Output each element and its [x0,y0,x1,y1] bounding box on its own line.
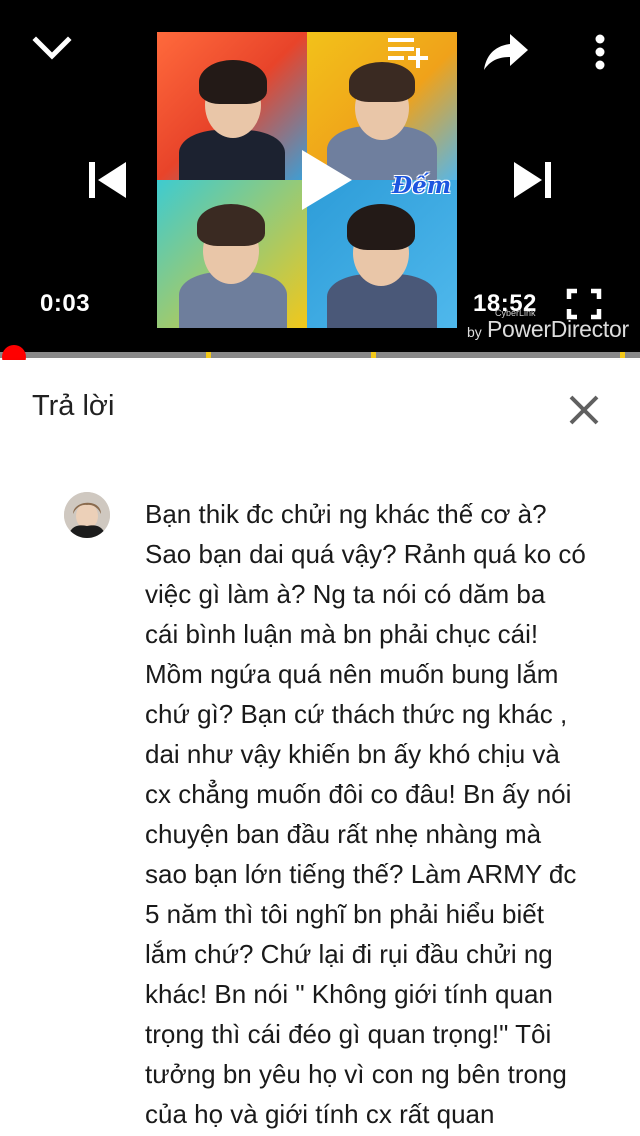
play-icon[interactable] [298,148,354,212]
playlist-add-icon[interactable] [386,34,430,70]
thumbnail-panel [157,180,307,328]
avatar-image [64,492,110,538]
comment-thread: Bạn thik đc chửi ng khác thế cơ à? Sao b… [0,456,640,1136]
watermark-name: PowerDirector [487,316,629,342]
video-overlay-text: Đếm [392,172,452,199]
chapter-marker [620,352,625,358]
reply-header: Trả lời [0,360,640,456]
close-icon[interactable] [560,386,608,434]
progress-track[interactable] [0,352,640,358]
skip-previous-icon[interactable] [86,158,130,202]
chapter-marker [371,352,376,358]
thumbnail-panel [157,32,307,190]
skip-next-icon[interactable] [510,158,554,202]
avatar[interactable] [64,492,110,538]
video-player[interactable]: Đếm 0:03 18:52 CyberLink by PowerDirecto… [0,0,640,358]
chapter-marker [206,352,211,358]
current-time: 0:03 [40,290,91,317]
comment-text: Bạn thik đc chửi ng khác thế cơ à? Sao b… [145,499,586,1129]
more-vert-icon[interactable] [590,34,610,72]
share-icon[interactable] [482,30,530,72]
reply-title: Trả lời [32,390,115,422]
watermark-by: by [467,324,482,340]
chevron-down-icon[interactable] [30,30,74,66]
